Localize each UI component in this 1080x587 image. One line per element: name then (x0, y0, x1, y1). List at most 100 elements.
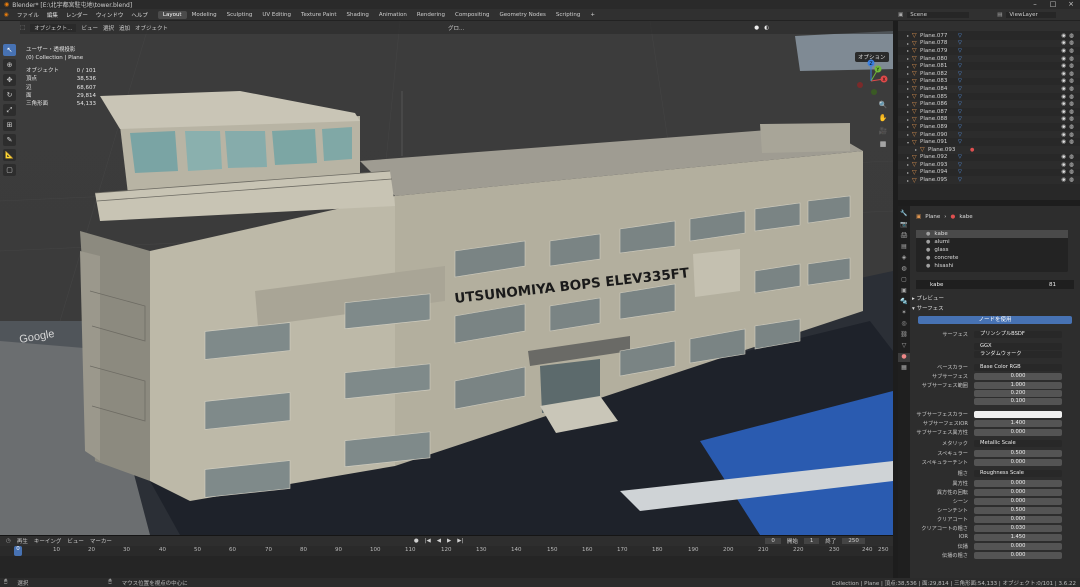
property-field[interactable]: 0.200 (974, 389, 1062, 397)
property-field[interactable] (974, 410, 1062, 418)
pan-hand-icon[interactable]: ✋ (878, 114, 888, 124)
transform-orientation[interactable]: グロ... (448, 24, 464, 32)
collection-tab-icon[interactable]: ▢ (898, 276, 910, 285)
add-cube-tool-icon[interactable]: ▢ (3, 164, 16, 176)
visibility-icon[interactable]: ◉◍ (1061, 63, 1077, 69)
timeline-playback-menu[interactable]: 再生 (17, 537, 28, 545)
list-item[interactable]: ▸ ▽ Plane.093 ▽ ◉◍ (898, 161, 1080, 169)
jump-start-icon[interactable]: |◀ (425, 538, 431, 544)
tab-shading[interactable]: Shading (342, 11, 374, 19)
timeline-editor-icon[interactable]: ◷ (6, 538, 11, 544)
annotate-tool-icon[interactable]: ✎ (3, 134, 16, 146)
end-frame-field[interactable]: 250 (842, 538, 865, 544)
property-field[interactable]: 0.000 (974, 479, 1062, 487)
list-item[interactable]: ▸ ▽ Plane.088 ▽ ◉◍ (898, 115, 1080, 124)
tab-geometry-nodes[interactable]: Geometry Nodes (494, 11, 550, 19)
record-icon[interactable]: ● (414, 538, 419, 544)
list-item[interactable]: ▸ ▽ Plane.079 ▽ ◉◍ (898, 47, 1080, 55)
menu-edit[interactable]: 編集 (43, 11, 62, 19)
visibility-icon[interactable]: ◉◍ (1061, 86, 1077, 92)
texture-tab-icon[interactable]: ▦ (898, 364, 910, 373)
menu-help[interactable]: ヘルプ (127, 11, 152, 19)
tab-modeling[interactable]: Modeling (187, 11, 222, 19)
view-layer-name[interactable]: ViewLayer (1006, 12, 1057, 18)
tab-texture-paint[interactable]: Texture Paint (296, 11, 342, 19)
list-item[interactable]: ▾ ▽ Plane.091 ▽ ◉◍ (898, 138, 1080, 146)
menu-window[interactable]: ウィンドウ (92, 11, 128, 19)
visibility-icon[interactable]: ◉◍ (1061, 56, 1077, 62)
tab-layout[interactable]: Layout (157, 10, 187, 19)
minimize-icon[interactable]: – (1026, 0, 1044, 9)
mode-dropdown[interactable]: オブジェクト... (30, 23, 77, 32)
menu-object[interactable]: オブジェクト (135, 24, 168, 32)
render-tab-icon[interactable]: 📷 (898, 221, 910, 230)
visibility-icon[interactable]: ◉◍ (1061, 71, 1077, 77)
physics-tab-icon[interactable]: ◎ (898, 320, 910, 329)
blender-menu-icon[interactable]: ◉ (0, 12, 13, 18)
surface-panel-header[interactable]: ▾ サーフェス (912, 304, 944, 312)
property-field[interactable]: Base Color RGB (974, 363, 1062, 371)
property-field[interactable]: 0.000 (974, 515, 1062, 523)
material-slot[interactable]: ● hisashi (916, 262, 1068, 270)
list-item[interactable]: ▸ ▽ Plane.086 ▽ ◉◍ (898, 100, 1080, 108)
view-layer-tab-icon[interactable]: ▤ (898, 243, 910, 252)
tab-animation[interactable]: Animation (374, 11, 412, 19)
property-field[interactable]: Metallic Scale (974, 439, 1062, 447)
property-field[interactable]: 1.400 (974, 419, 1062, 427)
3d-viewport[interactable]: Google UTSUNOMIYA BOPS ELEV335FT ⬚ オブジェク… (0, 21, 893, 535)
list-item[interactable]: ▸ ▽ Plane.087 ▽ ◉◍ (898, 108, 1080, 116)
tab-sculpting[interactable]: Sculpting (222, 11, 258, 19)
timeline-keying-menu[interactable]: キーイング (34, 537, 62, 545)
play-icon[interactable]: ▶ (447, 538, 451, 544)
visibility-icon[interactable]: ◉◍ (1061, 48, 1077, 54)
property-field[interactable]: 0.000 (974, 551, 1062, 559)
property-field[interactable]: プリンシプルBSDF (974, 330, 1062, 338)
tab-scripting[interactable]: Scripting (551, 11, 585, 19)
property-field[interactable]: 0.000 (974, 372, 1062, 380)
material-slot[interactable]: ● glass (916, 246, 1068, 254)
current-frame-field[interactable]: 0 (765, 538, 781, 544)
output-tab-icon[interactable]: 🖨 (898, 232, 910, 241)
maximize-icon[interactable]: □ (1044, 0, 1062, 9)
property-field[interactable]: 0.500 (974, 449, 1062, 457)
menu-view[interactable]: ビュー (81, 24, 98, 32)
timeline-marker-menu[interactable]: マーカー (90, 537, 112, 545)
preview-panel-header[interactable]: ▸ プレビュー (912, 294, 944, 302)
material-slot[interactable]: ● alumi (916, 238, 1068, 246)
property-field[interactable]: ランダムウォーク (974, 350, 1062, 358)
timeline-ruler[interactable]: 10 20 30 40 50 60 70 80 90 100 110 120 1… (0, 546, 893, 556)
list-item[interactable]: ▸ ▽ Plane.082 ▽ ◉◍ (898, 69, 1080, 78)
scene-name[interactable]: Scene (907, 12, 970, 18)
constraints-tab-icon[interactable]: ⛓ (898, 331, 910, 340)
list-item[interactable]: ▸ ▽ Plane.092 ▽ ◉◍ (898, 154, 1080, 162)
close-icon[interactable]: × (1062, 0, 1080, 9)
tab-uv-editing[interactable]: UV Editing (257, 11, 296, 19)
visibility-icon[interactable]: ◉◍ (1061, 162, 1077, 168)
material-name-field[interactable]: kabe 81 (916, 280, 1074, 289)
user-count[interactable]: 81 (1049, 282, 1074, 288)
material-tab-icon[interactable]: ● (898, 353, 910, 362)
material-slot[interactable]: ● concrete (916, 254, 1068, 262)
property-field[interactable]: GGX (974, 342, 1062, 350)
object-tab-icon[interactable]: ▣ (898, 287, 910, 296)
cursor-tool-icon[interactable]: ⊕ (3, 59, 16, 71)
visibility-icon[interactable]: ◉◍ (1061, 94, 1077, 100)
shading-material-icon[interactable]: ◐ (764, 25, 769, 31)
list-item[interactable]: ▸ ▽ Plane.094 ▽ ◉◍ (898, 169, 1080, 177)
rotate-tool-icon[interactable]: ↻ (3, 89, 16, 101)
navigation-gizmo[interactable]: X Y Z (852, 59, 890, 99)
list-item[interactable]: ▸ ▽ Plane.081 ▽ ◉◍ (898, 62, 1080, 70)
select-tool-icon[interactable]: ↖ (3, 44, 16, 56)
menu-add[interactable]: 追加 (119, 24, 130, 32)
transform-tool-icon[interactable]: ⊞ (3, 119, 16, 131)
jump-end-icon[interactable]: ▶| (457, 538, 463, 544)
property-field[interactable]: 1.450 (974, 533, 1062, 541)
material-slot[interactable]: ● kabe (916, 230, 1068, 238)
list-item[interactable]: ▸ ▽ Plane.080 ▽ ◉◍ (898, 54, 1080, 63)
property-field[interactable]: 0.100 (974, 397, 1062, 405)
visibility-icon[interactable]: ◉◍ (1061, 154, 1077, 160)
property-field[interactable]: 0.000 (974, 488, 1062, 496)
visibility-icon[interactable]: ◉◍ (1061, 169, 1077, 175)
visibility-icon[interactable]: ◉◍ (1061, 177, 1077, 183)
list-item[interactable]: ▸ ▽ Plane.095 ▽ ◉◍ (898, 176, 1080, 184)
